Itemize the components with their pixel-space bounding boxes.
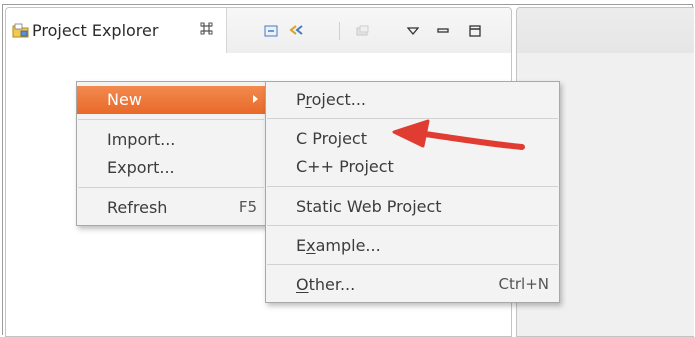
- menu-separator: [78, 187, 264, 188]
- menu-separator: [267, 225, 558, 226]
- minimize-icon[interactable]: [434, 22, 452, 40]
- menu-item-new[interactable]: New: [77, 86, 265, 114]
- menu-accelerator: Ctrl+N: [498, 275, 549, 293]
- menu-item-label: Export...: [107, 158, 175, 177]
- menu-item-label: Example...: [296, 236, 381, 255]
- menu-separator: [267, 264, 558, 265]
- menu-item-label: C Project: [296, 129, 367, 148]
- menu-item-refresh[interactable]: Refresh F5: [77, 194, 265, 222]
- tab-title: Project Explorer: [32, 21, 159, 40]
- menu-separator: [267, 186, 558, 187]
- menu-item-label: Other...: [296, 275, 356, 294]
- link-with-editor-icon[interactable]: [288, 22, 306, 40]
- view-menu-icon[interactable]: [404, 22, 422, 40]
- menu-item-label: Project...: [296, 90, 367, 109]
- menu-item-label: Refresh: [107, 198, 168, 217]
- menu-item-label: C++ Project: [296, 157, 394, 176]
- menu-item-import[interactable]: Import...: [77, 126, 265, 154]
- close-icon[interactable]: [200, 21, 213, 39]
- menu-separator: [78, 119, 264, 120]
- menu-item-label: Import...: [107, 130, 176, 149]
- submenu-item-other[interactable]: Other... Ctrl+N: [266, 271, 559, 299]
- submenu-item-project[interactable]: Project...: [266, 86, 559, 114]
- new-submenu: Project... C Project C++ Project Static …: [265, 81, 560, 303]
- project-explorer-tab[interactable]: Project Explorer: [6, 8, 227, 53]
- menu-item-label: Static Web Project: [296, 197, 442, 216]
- maximize-icon[interactable]: [466, 22, 484, 40]
- disabled-icon: [354, 22, 372, 40]
- toolbar-separator: [339, 22, 340, 40]
- view-header: Project Explorer: [6, 8, 511, 53]
- menu-item-label: New: [107, 90, 142, 109]
- project-explorer-icon: [12, 23, 29, 38]
- menu-accelerator: F5: [238, 198, 257, 216]
- submenu-item-static-web-project[interactable]: Static Web Project: [266, 193, 559, 221]
- annotation-arrow-icon: [392, 119, 525, 150]
- menu-item-export[interactable]: Export...: [77, 154, 265, 182]
- editor-header: [517, 8, 694, 53]
- submenu-item-example[interactable]: Example...: [266, 232, 559, 260]
- collapse-all-icon[interactable]: [262, 22, 280, 40]
- context-menu: New Import... Export... Refresh F5: [76, 81, 266, 226]
- submenu-arrow-icon: [253, 95, 258, 103]
